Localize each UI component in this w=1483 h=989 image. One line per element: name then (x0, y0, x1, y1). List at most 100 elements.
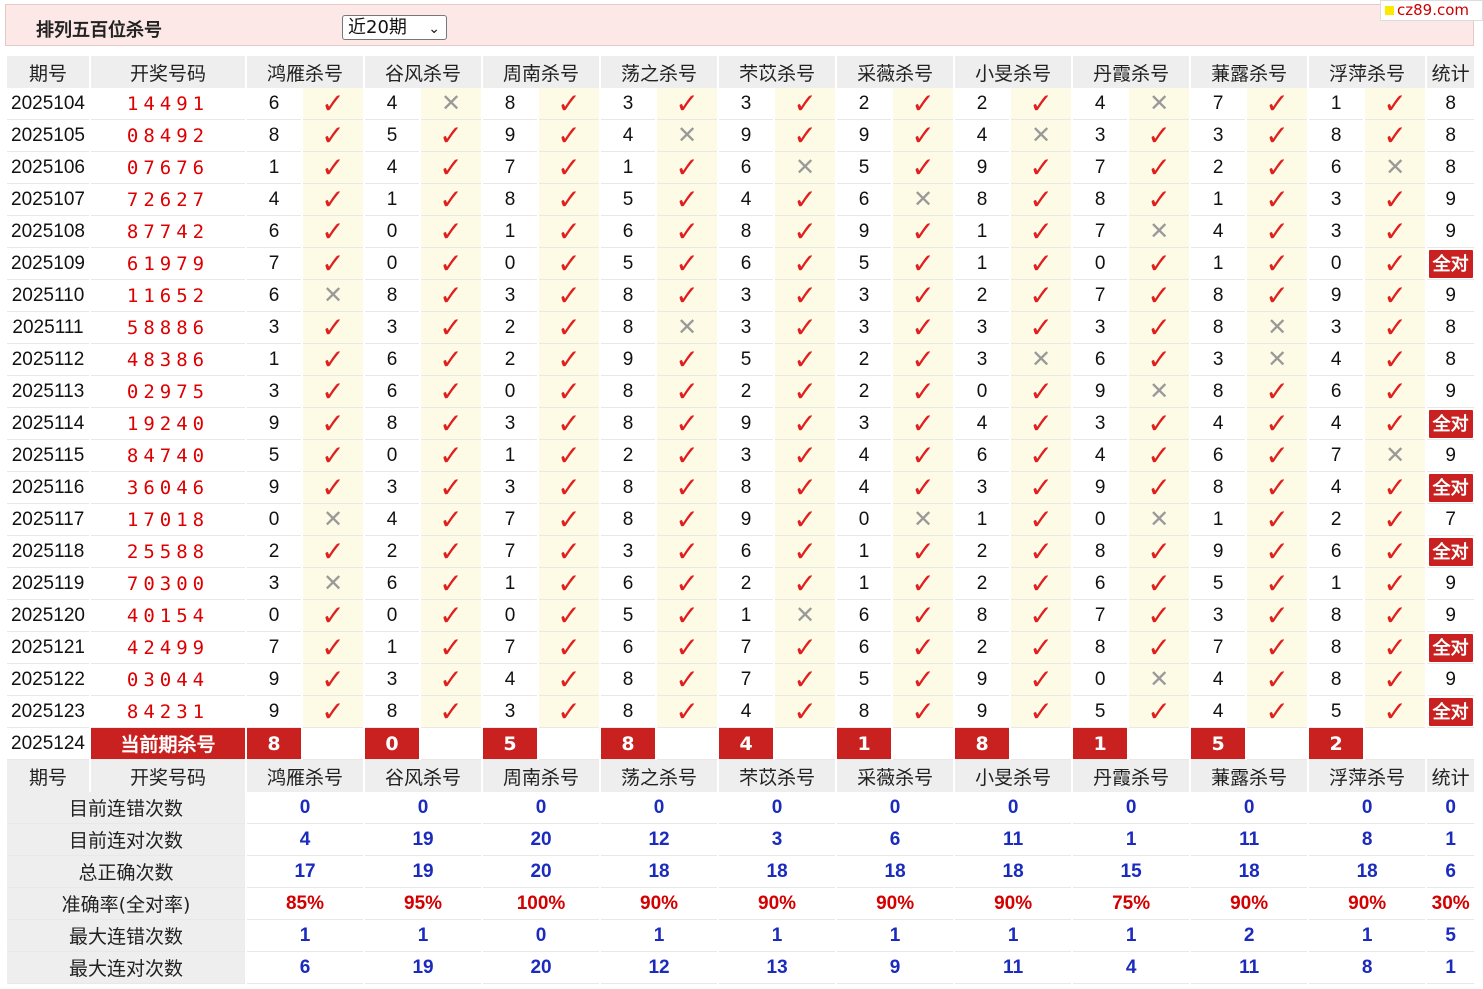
check-icon: ✓ (1265, 502, 1289, 536)
check-icon: ✓ (675, 374, 699, 408)
draw-number-cell: 84740 (91, 440, 245, 472)
check-icon: ✓ (321, 342, 345, 376)
kill-number-cell: 6 (365, 568, 420, 600)
column-header-expert[interactable]: 丹霞杀号 (1073, 760, 1190, 792)
check-icon: ✓ (557, 438, 581, 472)
kill-number-cell: 0 (955, 376, 1010, 408)
result-mark-cell: ✓ (1129, 120, 1190, 152)
result-mark-cell: ✓ (1011, 216, 1072, 248)
column-header-expert[interactable]: 小旻杀号 (955, 760, 1072, 792)
summary-value: 18 (955, 856, 1072, 888)
result-mark-cell: ✓ (775, 344, 836, 376)
site-logo[interactable]: cz89.com (1380, 0, 1483, 21)
result-mark-cell: ✓ (1129, 632, 1190, 664)
summary-label: 目前连错次数 (7, 792, 245, 824)
table-row: 2025121 42499 7 ✓ 1 ✓ 7 ✓ 6 ✓ 7 ✓ 6 ✓ 2 ✓ 8 ✓ 7 ✓ 8 ✓ 全对 (7, 632, 1475, 664)
check-icon: ✓ (1265, 278, 1289, 312)
result-mark-cell: ✓ (1247, 440, 1308, 472)
kill-number-cell: 8 (1191, 376, 1246, 408)
kill-number-cell: 8 (601, 280, 656, 312)
kill-number-cell: 9 (483, 120, 538, 152)
kill-number-cell: 4 (837, 472, 892, 504)
result-mark-cell: ✓ (1011, 664, 1072, 696)
kill-number-cell: 4 (483, 664, 538, 696)
cross-icon: ✕ (795, 153, 816, 181)
cross-icon: ✕ (1149, 217, 1170, 245)
check-icon: ✓ (557, 150, 581, 184)
table-row: 2025120 40154 0 ✓ 0 ✓ 0 ✓ 5 ✓ 1 ✕ 6 ✓ 8 ✓ 7 ✓ 3 ✓ 8 ✓ 9 (7, 600, 1475, 632)
cross-icon: ✕ (440, 89, 462, 117)
summary-value: 30% (1427, 888, 1475, 920)
check-icon: ✓ (321, 374, 345, 408)
result-mark-cell: ✓ (1365, 696, 1426, 728)
column-header-expert[interactable]: 蒹露杀号 (1191, 760, 1308, 792)
bottom-header-row: 期号 开奖号码 鸿雁杀号 谷风杀号 周南杀号 荡之杀号 芣苡杀号 采薇杀号 小旻杀号 丹霞杀号 蒹露… (7, 760, 1475, 792)
summary-value: 0 (483, 920, 600, 952)
kill-number-cell: 8 (1309, 632, 1364, 664)
column-header-expert[interactable]: 鸿雁杀号 (247, 56, 364, 88)
summary-value: 0 (483, 792, 600, 824)
kill-number-cell: 7 (1073, 280, 1128, 312)
kill-number-cell: 0 (483, 248, 538, 280)
kill-number-cell: 1 (483, 440, 538, 472)
kill-number-cell: 2 (1191, 152, 1246, 184)
summary-value: 19 (365, 952, 482, 984)
chevron-down-icon: ⌄ (428, 21, 440, 37)
result-mark-cell: ✕ (1129, 664, 1190, 696)
kill-number-cell: 7 (1073, 216, 1128, 248)
issue-cell: 2025104 (7, 88, 89, 120)
column-header-expert[interactable]: 小旻杀号 (955, 56, 1072, 88)
column-header-expert[interactable]: 谷风杀号 (365, 760, 482, 792)
draw-number-cell: 07676 (91, 152, 245, 184)
column-header-expert[interactable]: 周南杀号 (483, 56, 600, 88)
column-header-expert[interactable]: 浮萍杀号 (1309, 760, 1426, 792)
check-icon: ✓ (1265, 566, 1289, 600)
column-header-expert[interactable]: 浮萍杀号 (1309, 56, 1426, 88)
check-icon: ✓ (675, 246, 699, 280)
summary-value: 0 (1073, 792, 1190, 824)
column-header-expert[interactable]: 采薇杀号 (837, 56, 954, 88)
result-mark-cell: ✓ (1129, 536, 1190, 568)
result-mark-cell: ✓ (657, 440, 718, 472)
table-row: 2025116 36046 9 ✓ 3 ✓ 3 ✓ 8 ✓ 8 ✓ 4 ✓ 3 ✓ 9 ✓ 8 ✓ 4 ✓ 全对 (7, 472, 1475, 504)
summary-value: 90% (837, 888, 954, 920)
check-icon: ✓ (1265, 534, 1289, 568)
kill-number-cell: 2 (955, 280, 1010, 312)
column-header-expert[interactable]: 采薇杀号 (837, 760, 954, 792)
kill-number-cell: 7 (483, 536, 538, 568)
result-mark-cell: ✓ (893, 376, 954, 408)
check-icon: ✓ (911, 534, 935, 568)
check-icon: ✓ (1383, 342, 1407, 376)
check-icon: ✓ (439, 342, 463, 376)
kill-number-cell: 3 (955, 312, 1010, 344)
check-icon: ✓ (321, 310, 345, 344)
result-mark-cell: ✓ (421, 600, 482, 632)
issue-cell: 2025117 (7, 504, 89, 536)
column-header-expert[interactable]: 荡之杀号 (601, 56, 718, 88)
column-header-expert[interactable]: 鸿雁杀号 (247, 760, 364, 792)
period-select[interactable]: 近20期 ⌄ (342, 15, 447, 40)
column-header-expert[interactable]: 谷风杀号 (365, 56, 482, 88)
result-mark-cell: ✓ (893, 440, 954, 472)
kill-number-cell: 8 (1073, 184, 1128, 216)
result-mark-cell: ✓ (775, 216, 836, 248)
kill-number-cell: 2 (837, 344, 892, 376)
kill-number-cell: 1 (483, 568, 538, 600)
column-header-expert[interactable]: 芣苡杀号 (719, 760, 836, 792)
empty-cell (775, 728, 836, 760)
check-icon: ✓ (1147, 566, 1171, 600)
column-header-expert[interactable]: 周南杀号 (483, 760, 600, 792)
issue-cell: 2025122 (7, 664, 89, 696)
check-icon: ✓ (439, 310, 463, 344)
result-mark-cell: ✓ (1011, 504, 1072, 536)
column-header-expert[interactable]: 蒹露杀号 (1191, 56, 1308, 88)
kill-number-cell: 7 (1191, 632, 1246, 664)
kill-number-cell: 5 (1191, 568, 1246, 600)
check-icon: ✓ (1383, 310, 1407, 344)
result-mark-cell: ✓ (775, 664, 836, 696)
column-header-expert[interactable]: 丹霞杀号 (1073, 56, 1190, 88)
column-header-expert[interactable]: 芣苡杀号 (719, 56, 836, 88)
column-header-expert[interactable]: 荡之杀号 (601, 760, 718, 792)
kill-number-cell: 3 (1073, 312, 1128, 344)
result-mark-cell: ✓ (1247, 534, 1308, 568)
